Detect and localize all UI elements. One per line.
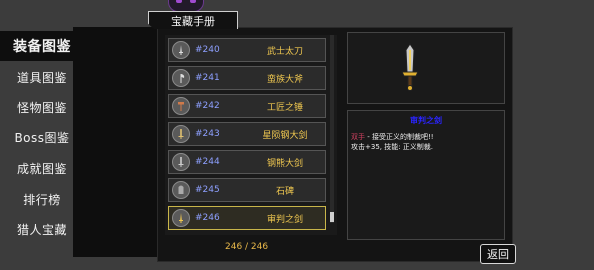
detail-line-2: 攻击+35, 技能: 正义制裁. (351, 143, 434, 151)
sidebar-item-monsters[interactable]: 怪物图鉴 (0, 92, 84, 122)
detail-tag: 双手 (351, 133, 365, 141)
greatsword-icon (172, 125, 190, 143)
item-preview (347, 32, 505, 104)
list-item[interactable]: #240 武士太刀 (168, 38, 326, 62)
item-number: #243 (195, 129, 220, 139)
page-title: 宝藏手册 (148, 11, 238, 29)
item-name: 蛮族大斧 (266, 74, 303, 85)
sidebar-item-items[interactable]: 道具图鉴 (0, 62, 84, 92)
item-name: 石碑 (275, 186, 294, 197)
ornament-eye-left (176, 0, 182, 3)
sidebar-item-hunter-treasure[interactable]: 猎人宝藏 (0, 214, 84, 244)
list-item[interactable]: #244 钢熊大剑 (168, 150, 326, 174)
list-item-selected[interactable]: #246 审判之剑 (168, 206, 326, 230)
sword-icon (172, 209, 190, 227)
judgement-sword-icon (401, 43, 419, 91)
collection-count: 246 / 246 (225, 242, 269, 252)
item-name: 审判之剑 (266, 214, 303, 225)
item-number: #240 (195, 45, 220, 55)
item-name: 星陨钢大剑 (262, 130, 308, 141)
scroll-thumb[interactable] (330, 212, 334, 222)
item-number: #241 (195, 73, 220, 83)
sword-icon (172, 41, 190, 59)
item-number: #245 (195, 185, 220, 195)
sidebar-item-leaderboard[interactable]: 排行榜 (0, 184, 84, 214)
back-button[interactable]: 返回 (480, 244, 516, 264)
sidebar (73, 27, 157, 257)
item-number: #244 (195, 157, 220, 167)
list-item[interactable]: #245 石碑 (168, 178, 326, 202)
list-item[interactable]: #241 蛮族大斧 (168, 66, 326, 90)
greatsword-icon (172, 153, 190, 171)
scrollbar[interactable] (330, 35, 334, 223)
list-item[interactable]: #243 星陨钢大剑 (168, 122, 326, 146)
item-detail (347, 110, 505, 240)
detail-description: 双手 - 接受正义的制裁吧!! (351, 132, 434, 142)
hammer-icon (172, 97, 190, 115)
detail-line-1: - 接受正义的制裁吧!! (365, 133, 434, 141)
axe-icon (172, 69, 190, 87)
demon-ornament-icon (168, 0, 204, 12)
detail-item-name: 审判之剑 (410, 116, 442, 125)
item-name: 工匠之锤 (266, 102, 303, 113)
tablet-icon (172, 181, 190, 199)
sidebar-item-achievements[interactable]: 成就图鉴 (0, 153, 84, 183)
item-name: 武士太刀 (266, 46, 303, 57)
list-item[interactable]: #242 工匠之锤 (168, 94, 326, 118)
item-number: #246 (195, 213, 220, 223)
ornament-eye-right (190, 0, 196, 3)
sidebar-item-equipment[interactable]: 装备图鉴 (0, 31, 87, 61)
item-name: 钢熊大剑 (266, 158, 303, 169)
sidebar-item-boss[interactable]: Boss图鉴 (0, 122, 84, 152)
item-number: #242 (195, 101, 220, 111)
